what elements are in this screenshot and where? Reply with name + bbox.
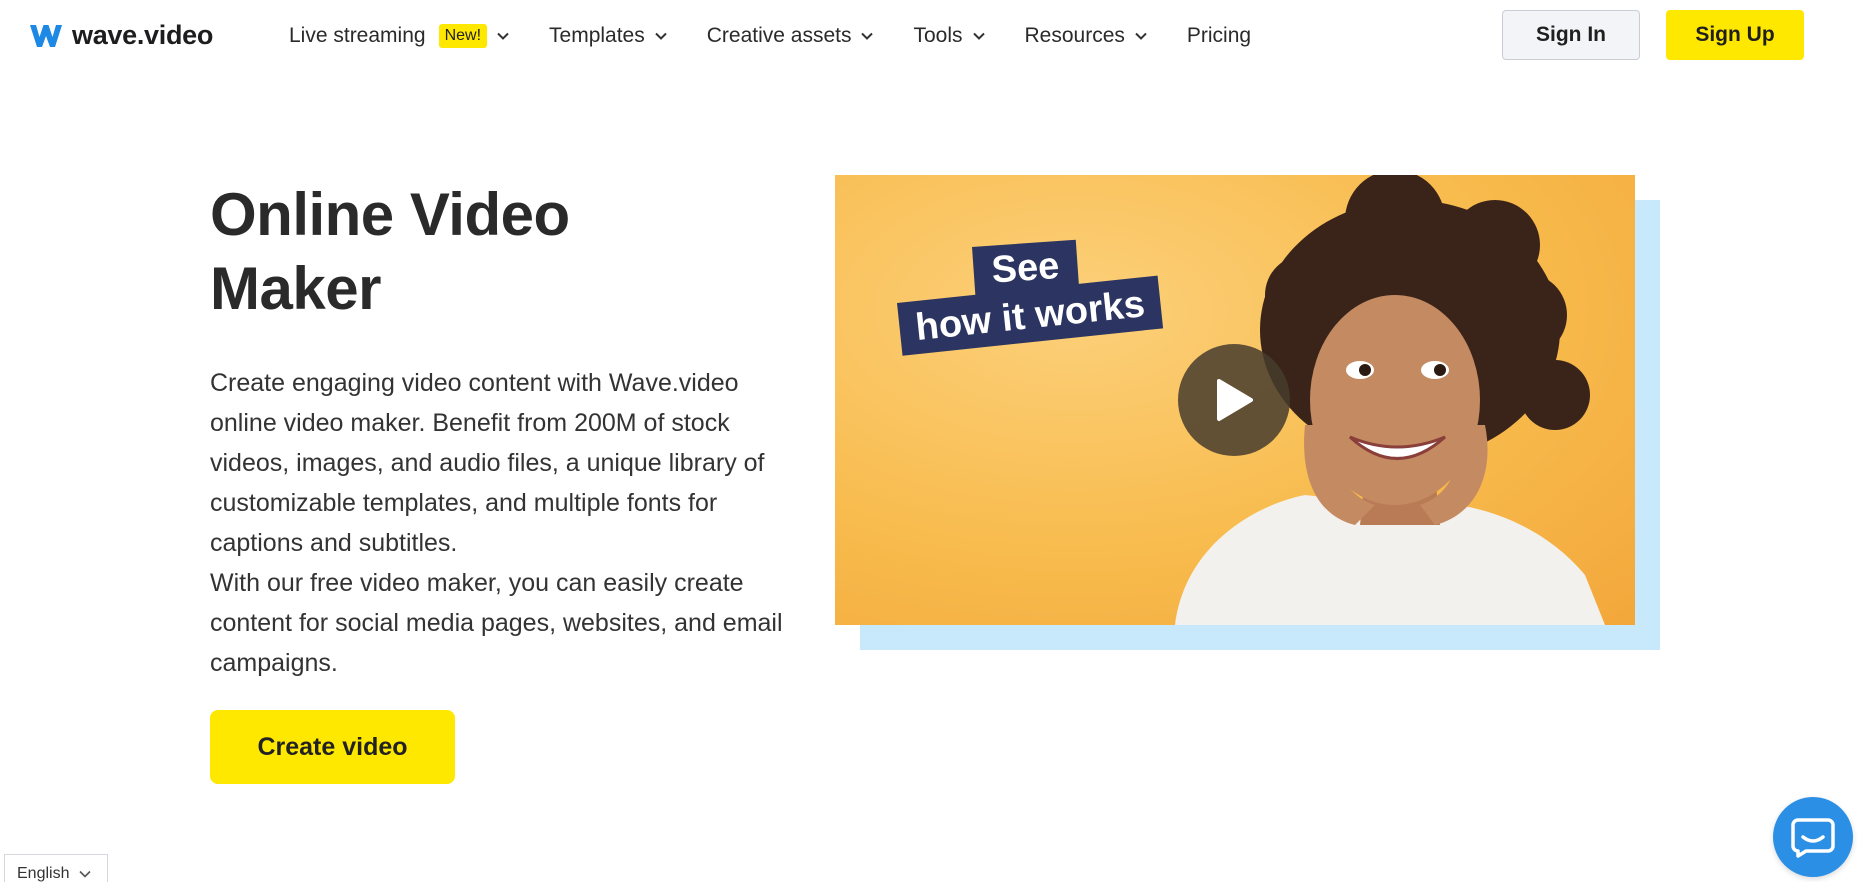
chevron-down-icon xyxy=(655,32,667,40)
play-button[interactable] xyxy=(1178,344,1290,456)
nav-item-label: Templates xyxy=(549,24,645,47)
sign-up-button[interactable]: Sign Up xyxy=(1666,10,1804,60)
wave-logo-icon xyxy=(30,24,62,47)
chevron-down-icon xyxy=(1135,32,1147,40)
chevron-down-icon xyxy=(972,32,985,40)
language-selector[interactable]: English xyxy=(4,854,108,882)
create-video-button[interactable]: Create video xyxy=(210,710,455,784)
nav-item-creative-assets[interactable]: Creative assets xyxy=(707,24,874,48)
hero-paragraph-1: Create engaging video content with Wave.… xyxy=(210,369,765,557)
nav-item-pricing[interactable]: Pricing xyxy=(1187,24,1251,48)
new-badge: New! xyxy=(438,24,488,48)
hero-paragraph-2: With our free video maker, you can easil… xyxy=(210,569,783,677)
chevron-down-icon xyxy=(861,32,874,40)
chat-widget-button[interactable] xyxy=(1773,797,1853,877)
nav-item-label: Creative assets xyxy=(706,24,852,47)
page-title-line2: Maker xyxy=(210,255,381,322)
chat-icon xyxy=(1791,818,1835,858)
nav-item-tools[interactable]: Tools xyxy=(913,24,985,48)
nav-item-live-streaming[interactable]: Live streaming New! xyxy=(289,24,509,48)
language-label: English xyxy=(17,865,70,882)
hero-description: Create engaging video content with Wave.… xyxy=(210,363,810,683)
chevron-down-icon xyxy=(497,32,509,40)
main-nav: Live streaming New! Templates Creative a… xyxy=(289,18,1291,54)
nav-item-label: Resources xyxy=(1024,24,1125,47)
site-header: wave.video Live streaming New! Templates… xyxy=(0,0,1858,72)
chevron-down-icon xyxy=(79,870,92,878)
nav-item-resources[interactable]: Resources xyxy=(1025,24,1147,48)
nav-item-label: Tools xyxy=(913,24,963,47)
sign-in-button[interactable]: Sign In xyxy=(1502,10,1640,60)
page-title: Online Video Maker xyxy=(210,178,770,326)
play-icon xyxy=(1217,379,1253,421)
nav-item-label: Pricing xyxy=(1186,24,1252,47)
brand-logo[interactable]: wave.video xyxy=(28,20,213,51)
nav-item-label: Live streaming xyxy=(289,24,426,47)
brand-name: wave.video xyxy=(72,20,214,50)
nav-item-templates[interactable]: Templates xyxy=(549,24,667,48)
page-title-line1: Online Video xyxy=(210,181,570,248)
